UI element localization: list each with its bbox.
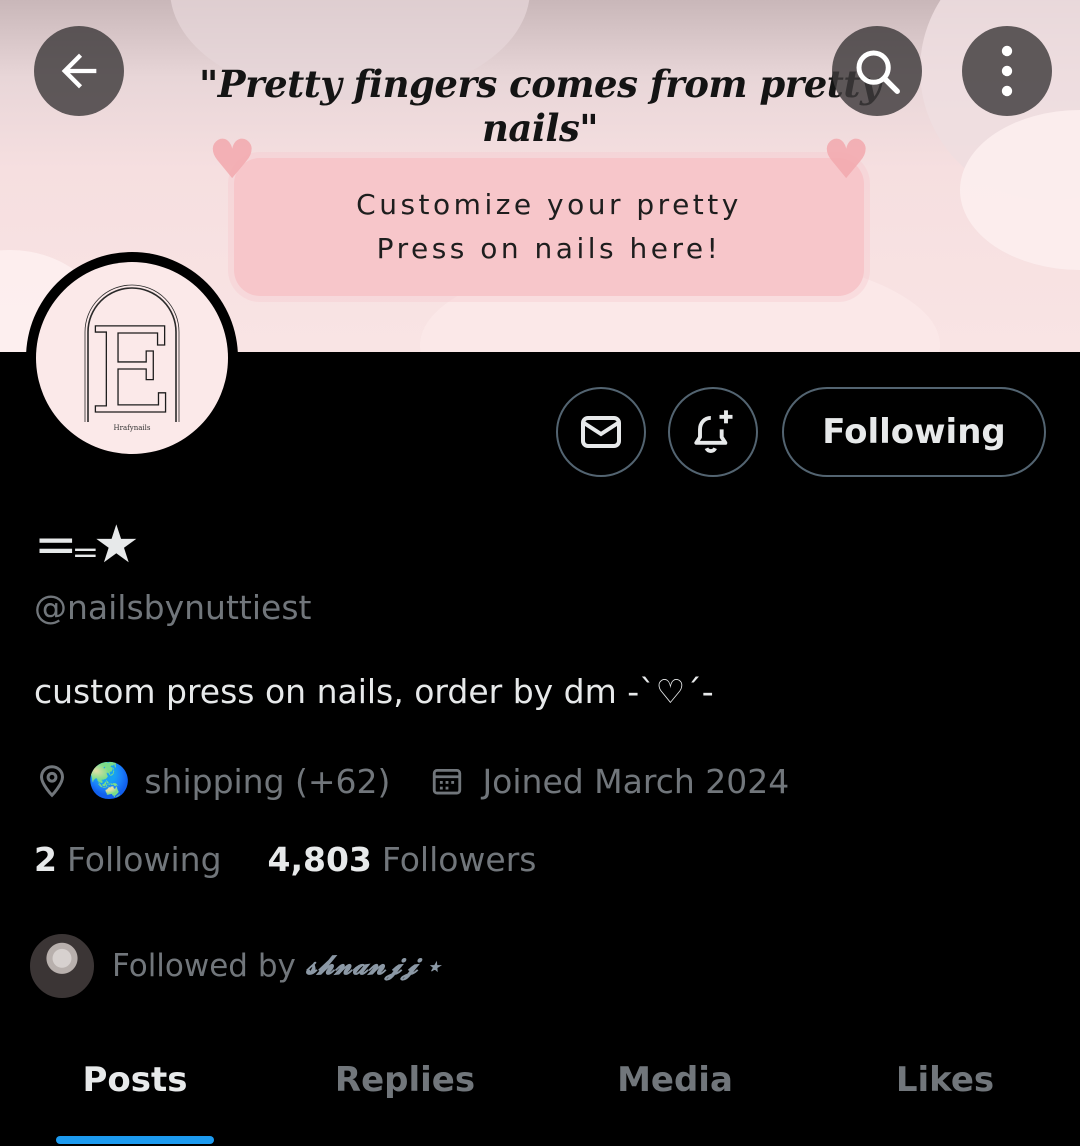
- follower-avatar[interactable]: [28, 932, 96, 1000]
- heart-icon: ♥: [208, 128, 257, 191]
- profile-avatar[interactable]: E Hrafynails: [26, 252, 238, 464]
- arrow-left-icon: [61, 53, 97, 89]
- tab-media[interactable]: Media: [540, 1040, 810, 1146]
- banner-promo-line-2: Press on nails here!: [376, 232, 722, 265]
- avatar-monogram: E: [89, 302, 175, 440]
- profile-tabs: Posts Replies Media Likes: [0, 1040, 1080, 1146]
- heart-icon: ♥: [822, 128, 871, 191]
- profile-joined-date: Joined March 2024: [482, 761, 790, 801]
- following-count[interactable]: 2: [34, 840, 57, 879]
- envelope-icon: [581, 416, 621, 448]
- back-button[interactable]: [34, 26, 124, 116]
- profile-location: shipping (+62): [144, 761, 391, 801]
- calendar-icon: [433, 768, 462, 795]
- avatar-caption: Hrafynails: [114, 424, 151, 432]
- follow-stats: 2 Following 4,803 Followers: [34, 840, 536, 879]
- followed-by-name[interactable]: 𝓼𝓱𝓷𝓪𝓷𝓳𝓳 ⋆: [306, 950, 440, 982]
- search-button[interactable]: [832, 26, 922, 116]
- followed-by-row[interactable]: Followed by 𝓼𝓱𝓷𝓪𝓷𝓳𝓳 ⋆: [28, 932, 440, 1000]
- display-name: =₌★: [34, 515, 140, 575]
- profile-bio: custom press on nails, order by dm -`♡´-: [34, 672, 714, 711]
- banner-quote: "Pretty fingers comes from pretty nails": [198, 62, 882, 150]
- followed-by-label: Followed by: [112, 948, 296, 984]
- profile-page: "Pretty fingers comes from pretty nails"…: [0, 0, 1080, 1146]
- following-button[interactable]: Following: [782, 387, 1046, 477]
- globe-icon: 🌏: [88, 761, 131, 801]
- banner-promo-card: [234, 158, 864, 296]
- followers-count[interactable]: 4,803: [268, 840, 372, 879]
- location-pin-icon: [39, 765, 65, 798]
- tab-replies[interactable]: Replies: [270, 1040, 540, 1146]
- followers-link[interactable]: Followers: [382, 840, 537, 879]
- notifications-button[interactable]: [668, 387, 758, 477]
- tab-likes[interactable]: Likes: [810, 1040, 1080, 1146]
- tab-posts[interactable]: Posts: [0, 1040, 270, 1146]
- bell-plus-icon: [694, 410, 733, 453]
- avatar-logo: E Hrafynails: [36, 262, 228, 454]
- search-icon: [856, 50, 900, 94]
- message-button[interactable]: [556, 387, 646, 477]
- monogram-logo-icon: E Hrafynails: [84, 284, 180, 441]
- username-handle: @nailsbynuttiest: [34, 588, 312, 627]
- more-vertical-icon: [1001, 45, 1013, 97]
- profile-meta-row: 🌏 shipping (+62) Joined March 2024: [34, 756, 789, 806]
- banner-promo-line-1: Customize your pretty: [356, 188, 742, 221]
- active-tab-indicator: [56, 1136, 214, 1144]
- following-link[interactable]: Following: [67, 840, 222, 879]
- more-options-button[interactable]: [962, 26, 1052, 116]
